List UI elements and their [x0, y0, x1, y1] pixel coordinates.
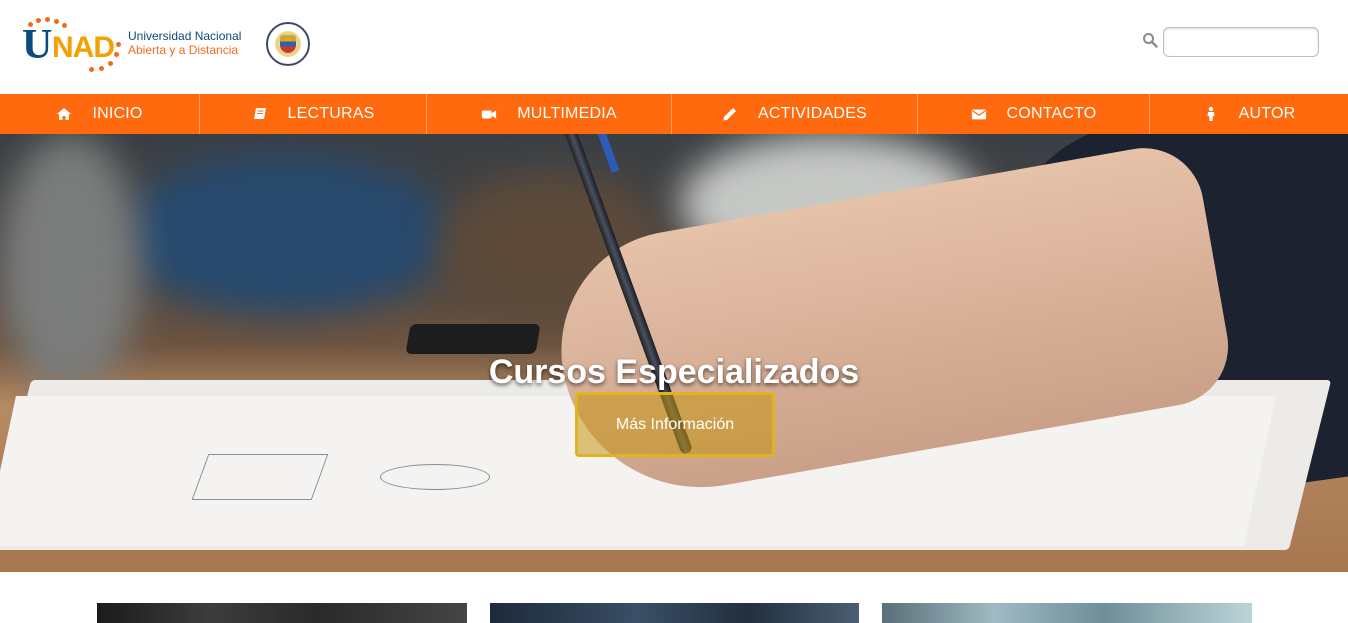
logo-dot: [45, 17, 50, 22]
video-camera-icon: [481, 106, 497, 122]
nav-item-autor[interactable]: AUTOR: [1150, 94, 1348, 134]
course-thumbnail[interactable]: [97, 603, 467, 623]
logo-dot: [89, 67, 94, 72]
nav-item-lecturas[interactable]: LECTURAS: [200, 94, 427, 134]
logo-dot: [62, 23, 67, 28]
hero-title: Cursos Especializados: [488, 353, 860, 391]
search-input[interactable]: [1163, 27, 1319, 57]
site-header: U NAD Universidad Nacional Abierta y a D…: [0, 0, 1348, 94]
logo-dot: [28, 22, 33, 27]
unad-logo-mark: U NAD: [22, 17, 122, 72]
logo-dot: [99, 66, 104, 71]
logo-university-subtitle: Abierta y a Distancia: [128, 43, 239, 57]
logo-letter-u: U: [22, 22, 53, 68]
more-info-button[interactable]: Más Información: [575, 392, 775, 457]
book-icon: [252, 106, 268, 122]
logo-dot: [54, 19, 59, 24]
course-thumbnail[interactable]: [490, 603, 859, 623]
nav-item-actividades[interactable]: ACTIVIDADES: [672, 94, 918, 134]
search-icon[interactable]: [1142, 32, 1158, 48]
logo-dot: [108, 61, 113, 66]
nav-label: MULTIMEDIA: [517, 105, 617, 122]
hero-sketch-shape: [380, 464, 490, 490]
nav-item-contacto[interactable]: CONTACTO: [918, 94, 1150, 134]
logo-dot: [114, 52, 119, 57]
hero-blur-shape: [120, 154, 450, 314]
logo-dot: [116, 42, 121, 47]
hero-phone-shape: [405, 324, 541, 354]
nav-label: ACTIVIDADES: [758, 105, 867, 122]
nav-label: CONTACTO: [1006, 105, 1097, 122]
logo-text: Universidad Nacional Abierta y a Distanc…: [128, 29, 241, 57]
course-thumbnail[interactable]: [882, 603, 1252, 623]
hero-sketch-shape: [191, 454, 329, 500]
nav-label: LECTURAS: [287, 105, 375, 122]
nav-label: INICIO: [92, 105, 143, 122]
logo-letters-nad: NAD: [52, 31, 115, 64]
hero-banner: Cursos Especializados Más Información: [0, 134, 1348, 572]
nav-label: AUTOR: [1238, 105, 1296, 122]
person-icon: [1203, 106, 1219, 122]
nav-item-inicio[interactable]: INICIO: [0, 94, 200, 134]
home-icon: [56, 106, 72, 122]
unad-logo[interactable]: U NAD Universidad Nacional Abierta y a D…: [22, 14, 252, 72]
envelope-icon: [971, 106, 987, 122]
logo-university-name: Universidad Nacional: [128, 29, 242, 43]
logo-dot: [36, 18, 41, 23]
nav-item-multimedia[interactable]: MULTIMEDIA: [427, 94, 672, 134]
colombia-seal-icon: [266, 22, 310, 66]
main-nav: INICIO LECTURAS MULTIMEDIA ACTIVIDADES C…: [0, 94, 1348, 134]
pencil-icon: [722, 106, 738, 122]
